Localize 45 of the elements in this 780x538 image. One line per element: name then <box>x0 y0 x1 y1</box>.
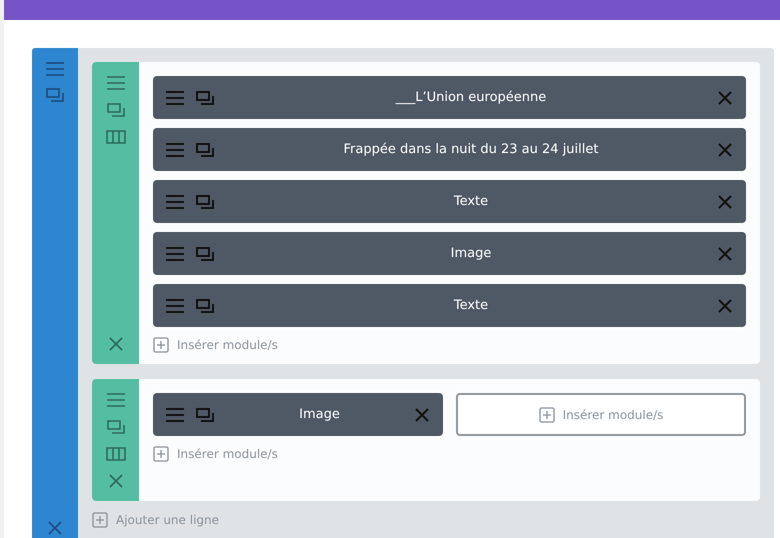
duplicate-icon[interactable] <box>106 102 126 118</box>
duplicate-icon[interactable] <box>195 142 215 158</box>
close-icon[interactable] <box>717 142 733 158</box>
close-icon[interactable] <box>108 336 124 352</box>
duplicate-icon[interactable] <box>195 194 215 210</box>
close-icon[interactable] <box>717 298 733 314</box>
module-bar[interactable]: Image <box>153 232 746 275</box>
close-icon[interactable] <box>717 246 733 262</box>
menu-icon[interactable] <box>165 406 185 422</box>
menu-icon[interactable] <box>165 142 185 158</box>
plus-icon <box>153 337 169 353</box>
module-bar[interactable]: Texte <box>153 284 746 327</box>
module-title: Image <box>450 246 492 261</box>
module-title: ___L’Union européenne <box>394 90 548 105</box>
menu-icon[interactable] <box>106 392 126 408</box>
menu-icon[interactable] <box>45 61 65 77</box>
duplicate-icon[interactable] <box>45 87 65 103</box>
close-icon[interactable] <box>717 90 733 106</box>
duplicate-icon[interactable] <box>106 419 126 435</box>
close-icon[interactable] <box>414 406 430 422</box>
module-title: Texte <box>452 298 490 313</box>
plus-icon <box>92 512 108 528</box>
menu-icon[interactable] <box>106 75 126 91</box>
duplicate-icon[interactable] <box>195 90 215 106</box>
menu-icon[interactable] <box>165 194 185 210</box>
plus-icon <box>153 446 169 462</box>
close-icon[interactable] <box>717 194 733 210</box>
close-icon[interactable] <box>47 520 63 536</box>
module-title: Image <box>298 407 341 422</box>
menu-icon[interactable] <box>165 90 185 106</box>
module-bar[interactable]: ___L’Union européenne <box>153 76 746 119</box>
module-title: Texte <box>452 194 490 209</box>
module-bar[interactable]: Texte <box>153 180 746 223</box>
close-icon[interactable] <box>108 473 124 489</box>
duplicate-icon[interactable] <box>195 246 215 262</box>
columns-icon[interactable] <box>106 446 126 462</box>
duplicate-icon[interactable] <box>195 298 215 314</box>
module-bar[interactable]: Frappée dans la nuit du 23 au 24 juillet <box>153 128 746 171</box>
menu-icon[interactable] <box>165 246 185 262</box>
plus-icon <box>538 406 555 422</box>
columns-icon[interactable] <box>106 129 126 145</box>
module-bar[interactable]: Image <box>153 393 443 436</box>
module-title: Frappée dans la nuit du 23 au 24 juillet <box>342 142 600 157</box>
menu-icon[interactable] <box>165 298 185 314</box>
duplicate-icon[interactable] <box>195 406 215 422</box>
